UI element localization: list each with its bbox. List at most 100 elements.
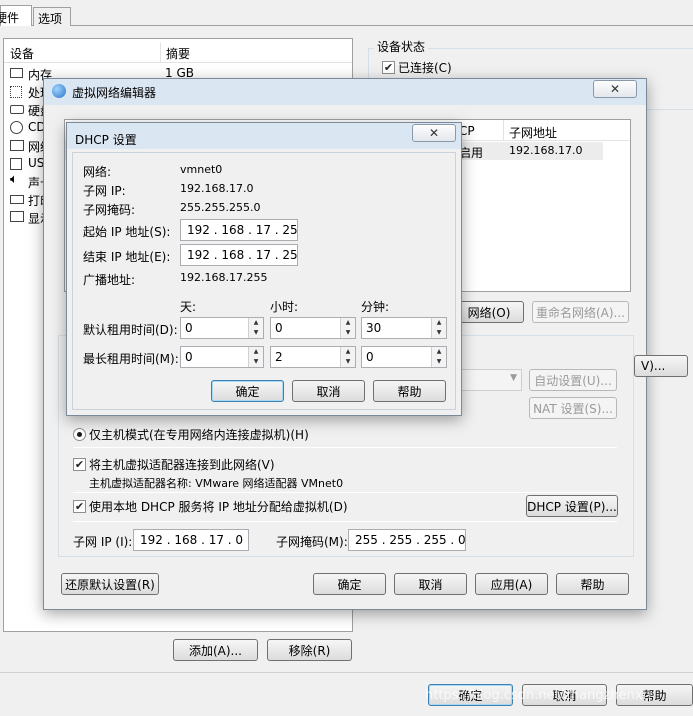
max-lease-days-spinner[interactable]: 0 ▲ ▼: [180, 346, 264, 368]
nat-setting-button[interactable]: NAT 设置(S)...: [529, 397, 617, 419]
down-arrow-icon[interactable]: ▼: [341, 357, 355, 367]
vne-cancel-button[interactable]: 取消: [394, 573, 467, 595]
vne-apply-button[interactable]: 应用(A): [475, 573, 548, 595]
tab-hardware-label: 硬件: [0, 11, 20, 25]
header-divider: [160, 43, 161, 63]
dhcp-settings-label: DHCP 设置(P)...: [527, 499, 617, 514]
connected-checkbox[interactable]: ✔: [382, 61, 395, 74]
max-days-value: 0: [185, 350, 193, 364]
connect-adapter-checkbox[interactable]: ✔: [73, 458, 86, 471]
default-lease-hours-spinner[interactable]: 0 ▲ ▼: [270, 317, 356, 339]
max-lease-label: 最长租用时间(M):: [83, 352, 179, 366]
use-dhcp-checkbox[interactable]: ✔: [73, 500, 86, 513]
default-days-value: 0: [185, 321, 193, 335]
row-subnet: 192.168.17.0: [509, 144, 583, 157]
watermark: https://blog.csdn.net/zhangzhenxn: [425, 688, 651, 703]
dhcp-title: DHCP 设置: [75, 133, 137, 147]
tab-options-label: 选项: [38, 12, 63, 26]
max-hours-value: 2: [275, 350, 283, 364]
dhcp-ok-button[interactable]: 确定: [211, 380, 284, 402]
tab-strip: [0, 0, 693, 26]
connect-adapter-label: 将主机虚拟适配器连接到此网络(V): [89, 458, 275, 472]
processor-icon: [10, 86, 22, 98]
broadcast-label: 广播地址:: [83, 273, 136, 287]
connected-label: 已连接(C): [398, 61, 452, 75]
auto-setting-button[interactable]: 自动设置(U)...: [529, 369, 617, 391]
col-divider: [503, 120, 504, 141]
default-lease-days-spinner[interactable]: 0 ▲ ▼: [180, 317, 264, 339]
spinner-arrows[interactable]: ▲ ▼: [340, 318, 355, 338]
up-arrow-icon[interactable]: ▲: [249, 347, 263, 357]
dhcp-settings-button[interactable]: DHCP 设置(P)...: [526, 495, 618, 517]
vne-apply-label: 应用(A): [490, 577, 533, 592]
vne-close-button[interactable]: ✕: [593, 80, 637, 98]
host-only-radio[interactable]: [73, 428, 86, 441]
device-status-title: 设备状态: [374, 38, 429, 55]
spinner-arrows[interactable]: ▲ ▼: [340, 347, 355, 367]
memory-icon: [10, 68, 23, 78]
spinner-arrows[interactable]: ▲ ▼: [248, 347, 263, 367]
spinner-arrows[interactable]: ▲ ▼: [248, 318, 263, 338]
max-minutes-value: 0: [366, 350, 374, 364]
vne-help-button[interactable]: 帮助: [556, 573, 629, 595]
separator: [73, 492, 617, 493]
dhcp-help-button[interactable]: 帮助: [373, 380, 446, 402]
chevron-down-icon: ▼: [510, 373, 517, 383]
remove-hardware-label: 移除(R): [288, 643, 331, 658]
minutes-column-label: 分钟:: [361, 300, 390, 314]
add-hardware-button[interactable]: 添加(A)...: [173, 639, 258, 661]
restore-defaults-button[interactable]: 还原默认设置(R): [61, 573, 159, 595]
subnet-mask-field[interactable]: 255 . 255 . 255 . 0: [348, 529, 466, 551]
spinner-arrows[interactable]: ▲ ▼: [431, 347, 446, 367]
up-arrow-icon[interactable]: ▲: [432, 318, 446, 328]
row-dhcp-status: 启用: [459, 146, 484, 160]
dhcp-body: 网络: vmnet0 子网 IP: 192.168.17.0 子网掩码: 255…: [72, 152, 456, 410]
subnet-ip-value: 192.168.17.0: [180, 182, 254, 195]
days-column-label: 天:: [180, 300, 197, 314]
header-summary: 摘要: [166, 47, 191, 61]
rename-network-label: 重命名网络(A)...: [535, 305, 626, 320]
down-arrow-icon[interactable]: ▼: [432, 328, 446, 338]
tab-options[interactable]: 选项: [33, 7, 71, 26]
spinner-arrows[interactable]: ▲ ▼: [431, 318, 446, 338]
down-arrow-icon[interactable]: ▼: [432, 357, 446, 367]
down-arrow-icon[interactable]: ▼: [249, 328, 263, 338]
up-arrow-icon[interactable]: ▲: [432, 347, 446, 357]
up-arrow-icon[interactable]: ▲: [249, 318, 263, 328]
down-arrow-icon[interactable]: ▼: [249, 357, 263, 367]
max-lease-minutes-spinner[interactable]: 0 ▲ ▼: [361, 346, 447, 368]
add-network-button[interactable]: 网络(O): [454, 301, 524, 323]
rename-network-button[interactable]: 重命名网络(A)...: [532, 301, 629, 323]
max-lease-hours-spinner[interactable]: 2 ▲ ▼: [270, 346, 356, 368]
default-lease-minutes-spinner[interactable]: 30 ▲ ▼: [361, 317, 447, 339]
vne-ok-button[interactable]: 确定: [313, 573, 386, 595]
start-ip-field[interactable]: 192 . 168 . 17 . 250: [180, 219, 298, 241]
tab-hardware[interactable]: 硬件: [0, 5, 32, 26]
remove-hardware-button[interactable]: 移除(R): [267, 639, 352, 661]
header-device: 设备: [10, 47, 35, 61]
end-ip-field[interactable]: 192 . 168 . 17 . 254: [180, 244, 298, 266]
restore-defaults-label: 还原默认设置(R): [65, 577, 155, 592]
subnet-mask-label: 子网掩码:: [83, 203, 136, 217]
default-lease-label: 默认租用时间(D):: [83, 323, 178, 337]
dhcp-close-button[interactable]: ✕: [412, 124, 456, 142]
subnet-mask-value: 255 . 255 . 255 . 0: [355, 533, 466, 547]
bridge-settings-button[interactable]: V)...: [634, 355, 688, 377]
close-icon: ✕: [609, 82, 621, 96]
separator: [73, 521, 617, 522]
dhcp-cancel-button[interactable]: 取消: [292, 380, 365, 402]
subnet-ip-label: 子网 IP:: [83, 184, 126, 198]
printer-icon: [10, 195, 24, 204]
monitor-icon: [10, 211, 24, 222]
down-arrow-icon[interactable]: ▼: [341, 328, 355, 338]
adapter-name-label: 主机虚拟适配器名称: VMware 网络适配器 VMnet0: [89, 477, 344, 490]
subnet-ip-field[interactable]: 192 . 168 . 17 . 0: [133, 529, 249, 551]
dhcp-cancel-label: 取消: [316, 384, 341, 399]
dhcp-help-label: 帮助: [397, 384, 422, 399]
vne-cancel-label: 取消: [418, 577, 443, 592]
up-arrow-icon[interactable]: ▲: [341, 347, 355, 357]
hard-disk-icon: [10, 105, 24, 114]
bridge-combo[interactable]: ▼: [454, 369, 522, 391]
subnet-ip-label: 子网 IP (I):: [73, 535, 133, 549]
up-arrow-icon[interactable]: ▲: [341, 318, 355, 328]
